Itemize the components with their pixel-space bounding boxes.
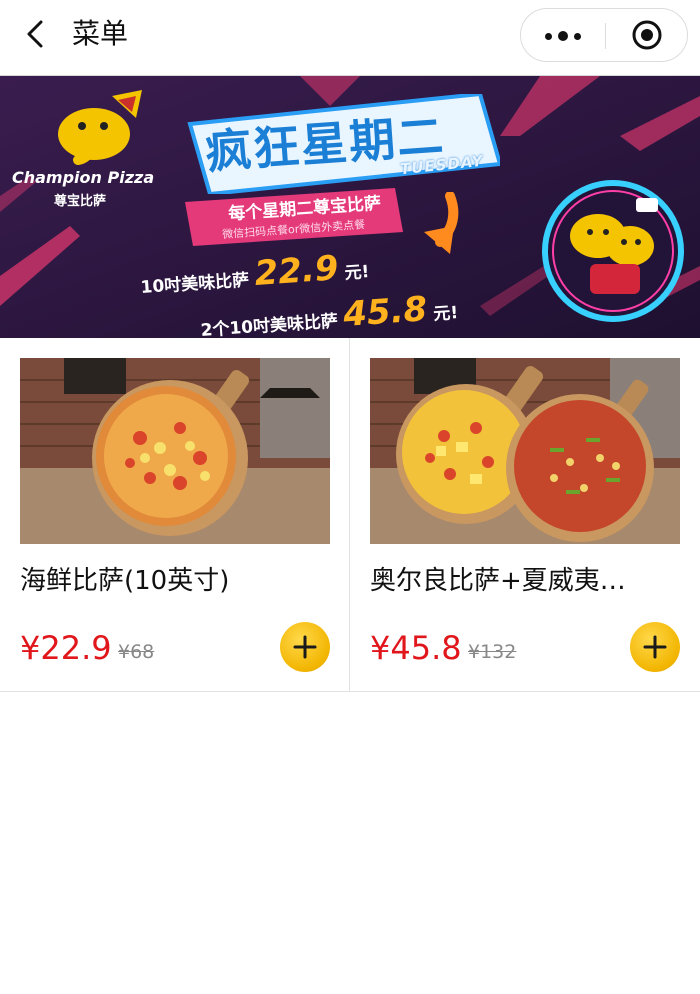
chevron-left-icon (27, 20, 43, 48)
add-to-cart-button[interactable] (630, 622, 680, 672)
back-button[interactable] (20, 18, 52, 50)
top-navigation-bar: 菜单 (0, 0, 700, 76)
product-price: ¥22.9 (20, 629, 112, 667)
product-original-price: ¥68 (118, 641, 155, 663)
close-miniprogram-button[interactable] (631, 19, 663, 51)
product-name: 海鲜比萨(10英寸) (20, 566, 230, 596)
promo-banner[interactable]: Champion Pizza 尊宝比萨 疯狂星期二 TUESDAY 每个星期二尊… (0, 76, 700, 338)
arrow-icon (424, 192, 459, 254)
offer1-suffix: 元! (343, 262, 371, 284)
page-title: 菜单 (72, 17, 129, 50)
offer1-price: 22.9 (253, 248, 340, 294)
plus-icon (293, 635, 317, 659)
capsule-divider (605, 23, 606, 49)
mini-program-capsule (520, 8, 688, 62)
logo-text: Champion Pizza (12, 168, 155, 187)
product-image-orleans-hawaiian-pizza (370, 358, 680, 544)
mascot-illustration (542, 180, 684, 322)
product-card[interactable]: 海鲜比萨(10英寸) ¥22.9 ¥68 (0, 338, 350, 691)
elephant-logo-icon (58, 90, 142, 165)
logo-subtitle: 尊宝比萨 (54, 194, 107, 209)
offer1-prefix: 10吋美味比萨 (140, 270, 250, 298)
product-price: ¥45.8 (370, 629, 462, 667)
more-button[interactable] (521, 9, 605, 61)
product-name: 奥尔良比萨+夏威夷… (370, 566, 626, 596)
more-dots-icon (545, 33, 552, 40)
offer2-prefix: 2个10吋美味比萨 (200, 311, 339, 338)
product-grid: 海鲜比萨(10英寸) ¥22.9 ¥68 奥尔良比萨+夏威夷… ¥45.8 ¥1… (0, 338, 700, 692)
add-to-cart-button[interactable] (280, 622, 330, 672)
champion-pizza-logo: Champion Pizza 尊宝比萨 (12, 88, 154, 209)
product-image-seafood-pizza (20, 358, 330, 544)
product-card[interactable]: 奥尔良比萨+夏威夷… ¥45.8 ¥132 (350, 338, 700, 691)
product-original-price: ¥132 (468, 641, 517, 663)
target-circle-icon (632, 20, 662, 50)
offer2-price: 45.8 (341, 289, 429, 335)
plus-icon (643, 635, 667, 659)
offer2-suffix: 元! (432, 303, 459, 325)
